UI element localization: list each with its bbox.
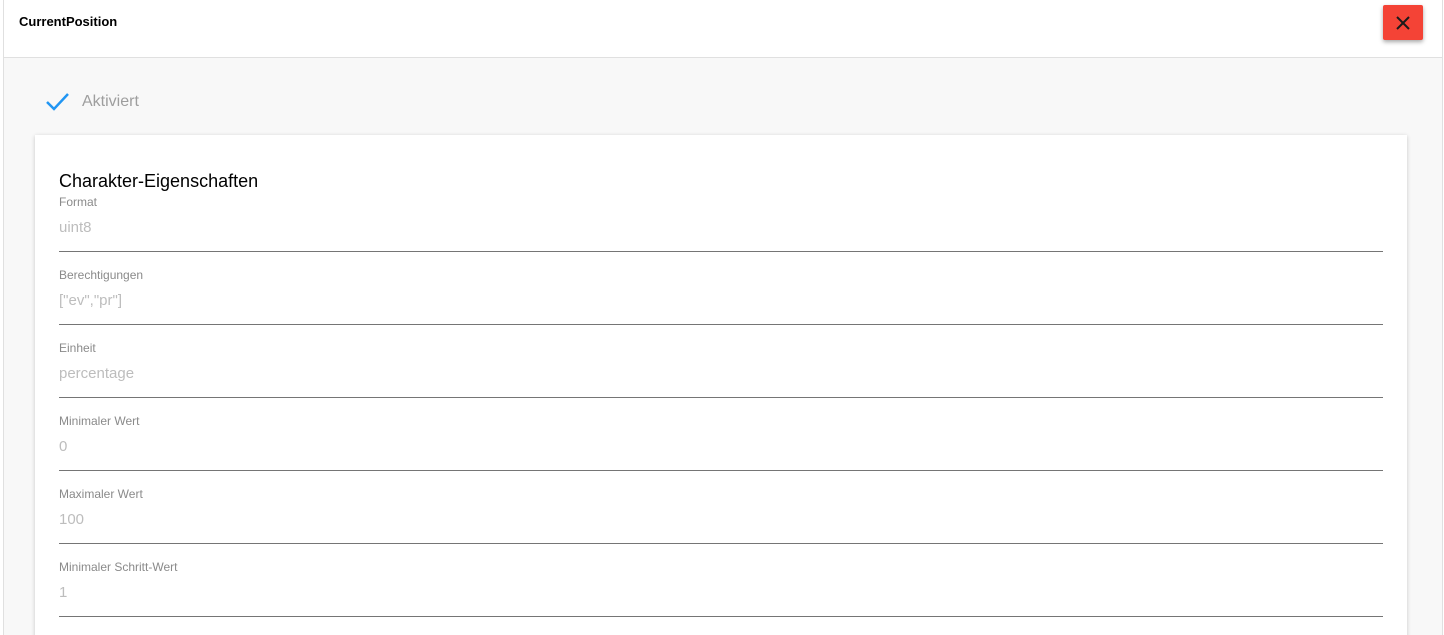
max-value-field[interactable]: Maximaler Wert 100 bbox=[59, 487, 1383, 544]
field-label: Einheit bbox=[59, 341, 96, 355]
field-value: uint8 bbox=[59, 219, 92, 236]
close-icon bbox=[1396, 15, 1410, 30]
dialog-header: CurrentPosition bbox=[4, 0, 1442, 58]
unit-field[interactable]: Einheit percentage bbox=[59, 341, 1383, 398]
field-label: Minimaler Wert bbox=[59, 414, 140, 428]
field-value: percentage bbox=[59, 365, 135, 382]
field-value: 0 bbox=[59, 438, 68, 455]
enabled-label: Aktiviert bbox=[82, 93, 139, 110]
properties-card: Charakter-Eigenschaften Format uint8 Ber… bbox=[35, 135, 1407, 635]
card-title: Charakter-Eigenschaften bbox=[59, 171, 259, 191]
characteristic-dialog: CurrentPosition Aktiviert Charakter-Eige… bbox=[3, 0, 1443, 635]
field-label: Minimaler Schritt-Wert bbox=[59, 560, 178, 574]
checkmark-icon bbox=[46, 93, 69, 111]
field-value: ["ev","pr"] bbox=[59, 292, 122, 309]
dialog-title: CurrentPosition bbox=[19, 14, 118, 29]
min-step-field[interactable]: Minimaler Schritt-Wert 1 bbox=[59, 560, 1383, 617]
field-value: 100 bbox=[59, 511, 85, 528]
permissions-field[interactable]: Berechtigungen ["ev","pr"] bbox=[59, 268, 1383, 325]
enabled-checkbox[interactable]: Aktiviert bbox=[44, 88, 139, 116]
field-value: 1 bbox=[59, 584, 68, 601]
format-field[interactable]: Format uint8 bbox=[59, 195, 1383, 252]
min-value-field[interactable]: Minimaler Wert 0 bbox=[59, 414, 1383, 471]
field-label: Format bbox=[59, 195, 98, 209]
field-label: Berechtigungen bbox=[59, 268, 144, 282]
close-button[interactable] bbox=[1383, 5, 1423, 40]
field-label: Maximaler Wert bbox=[59, 487, 143, 501]
